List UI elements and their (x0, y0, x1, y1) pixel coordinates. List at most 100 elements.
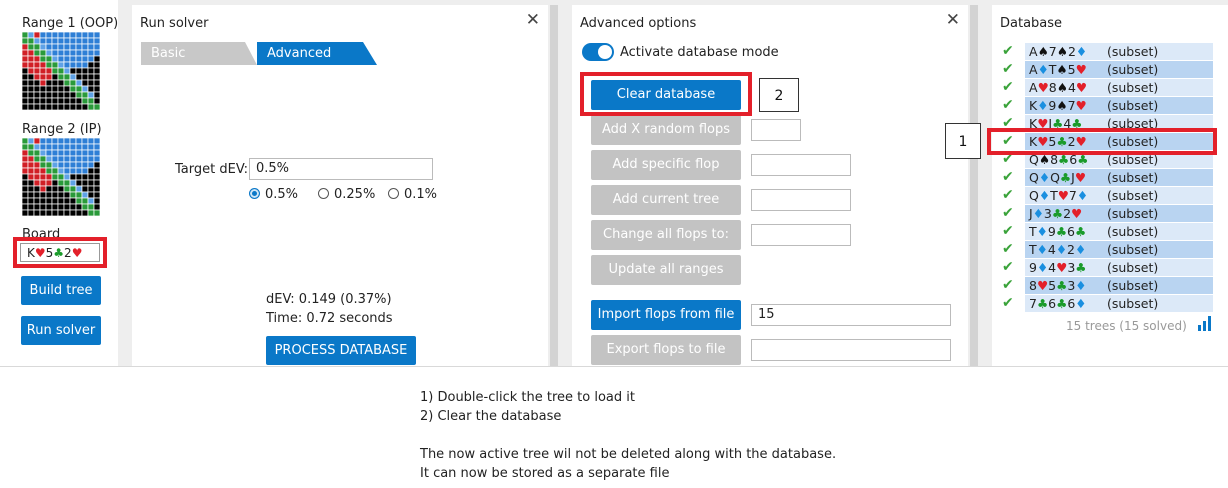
database-row[interactable]: A♥8♠4♥ (subset) (1025, 79, 1213, 96)
radio-0-5[interactable]: 0.5% (249, 187, 298, 202)
range-cell[interactable] (27, 61, 35, 69)
range-cell[interactable] (93, 197, 100, 205)
range-cell[interactable] (45, 43, 53, 51)
range-cell[interactable] (93, 91, 100, 99)
range-cell[interactable] (93, 209, 100, 216)
range-cell[interactable] (63, 67, 71, 75)
range-cell[interactable] (39, 43, 47, 51)
database-row[interactable]: K♥5♣2♥ (subset) (1025, 133, 1213, 150)
range-cell[interactable] (69, 32, 77, 39)
range-cell[interactable] (33, 138, 41, 145)
range-cell[interactable] (22, 191, 29, 199)
range-cell[interactable] (39, 85, 47, 93)
run-solver-scrollbar[interactable] (550, 5, 558, 366)
range-cell[interactable] (33, 191, 41, 199)
range-cell[interactable] (63, 43, 71, 51)
range-cell[interactable] (51, 73, 59, 81)
range-cell[interactable] (93, 61, 100, 69)
specific-flop-input[interactable] (751, 154, 851, 176)
range-cell[interactable] (45, 55, 53, 63)
range-cell[interactable] (87, 97, 95, 105)
range-cell[interactable] (75, 67, 83, 75)
range-cell[interactable] (22, 197, 29, 205)
range-cell[interactable] (81, 103, 89, 110)
export-flops-input[interactable] (751, 339, 951, 361)
range-cell[interactable] (51, 173, 59, 181)
range-cell[interactable] (81, 138, 89, 145)
clear-database-button[interactable]: Clear database (591, 80, 741, 110)
range-cell[interactable] (75, 79, 83, 87)
range-cell[interactable] (45, 91, 53, 99)
range-cell[interactable] (51, 79, 59, 87)
range-cell[interactable] (39, 103, 47, 110)
range-cell[interactable] (33, 79, 41, 87)
range-cell[interactable] (27, 167, 35, 175)
range-cell[interactable] (93, 32, 100, 39)
range-cell[interactable] (63, 73, 71, 81)
range-cell[interactable] (87, 179, 95, 187)
range-cell[interactable] (45, 149, 53, 157)
process-database-button[interactable]: PROCESS DATABASE (266, 336, 416, 365)
range-cell[interactable] (75, 61, 83, 69)
database-row[interactable]: Q♦Q♣J♥ (subset) (1025, 169, 1213, 186)
range-cell[interactable] (81, 191, 89, 199)
range-cell[interactable] (87, 155, 95, 163)
range-cell[interactable] (69, 85, 77, 93)
range-cell[interactable] (57, 185, 65, 193)
range-cell[interactable] (87, 161, 95, 169)
range-cell[interactable] (45, 143, 53, 151)
range-cell[interactable] (57, 79, 65, 87)
range-cell[interactable] (27, 203, 35, 211)
range-cell[interactable] (39, 161, 47, 169)
range-cell[interactable] (93, 55, 100, 63)
range-cell[interactable] (69, 179, 77, 187)
range-cell[interactable] (45, 161, 53, 169)
range-cell[interactable] (93, 138, 100, 145)
board-input[interactable]: K♥5♣2♥ (20, 243, 100, 262)
range-cell[interactable] (87, 185, 95, 193)
range-cell[interactable] (87, 143, 95, 151)
range-cell[interactable] (63, 85, 71, 93)
range-cell[interactable] (33, 43, 41, 51)
range-cell[interactable] (51, 167, 59, 175)
range-cell[interactable] (63, 167, 71, 175)
range-cell[interactable] (63, 37, 71, 45)
range-cell[interactable] (63, 103, 71, 110)
range-cell[interactable] (93, 79, 100, 87)
range-cell[interactable] (51, 179, 59, 187)
range-cell[interactable] (27, 138, 35, 145)
database-row[interactable]: Q♦T♥7♦ (subset) (1025, 187, 1213, 204)
import-flops-button[interactable]: Import flops from file (591, 300, 741, 330)
range-cell[interactable] (75, 43, 83, 51)
range-cell[interactable] (51, 203, 59, 211)
range-cell[interactable] (69, 79, 77, 87)
database-row[interactable]: T♦4♦2♦ (subset) (1025, 241, 1213, 258)
range-cell[interactable] (93, 155, 100, 163)
range-cell[interactable] (33, 185, 41, 193)
database-row[interactable]: A♠7♠2♦ (subset) (1025, 43, 1213, 60)
range-cell[interactable] (51, 143, 59, 151)
range-cell[interactable] (45, 167, 53, 175)
range-cell[interactable] (45, 67, 53, 75)
range-cell[interactable] (87, 73, 95, 81)
range-cell[interactable] (87, 49, 95, 57)
range-cell[interactable] (33, 55, 41, 63)
range-cell[interactable] (39, 55, 47, 63)
range-cell[interactable] (87, 138, 95, 145)
range-cell[interactable] (22, 67, 29, 75)
range-cell[interactable] (63, 161, 71, 169)
range-cell[interactable] (51, 185, 59, 193)
range-cell[interactable] (27, 37, 35, 45)
range-cell[interactable] (39, 138, 47, 145)
range-cell[interactable] (39, 49, 47, 57)
range-cell[interactable] (27, 155, 35, 163)
range-cell[interactable] (81, 43, 89, 51)
range-cell[interactable] (22, 179, 29, 187)
import-flops-input[interactable]: 15 (751, 304, 951, 326)
range-cell[interactable] (45, 49, 53, 57)
range-cell[interactable] (57, 149, 65, 157)
range-cell[interactable] (63, 97, 71, 105)
change-flops-input[interactable] (751, 224, 851, 246)
range-cell[interactable] (93, 67, 100, 75)
range-cell[interactable] (69, 91, 77, 99)
